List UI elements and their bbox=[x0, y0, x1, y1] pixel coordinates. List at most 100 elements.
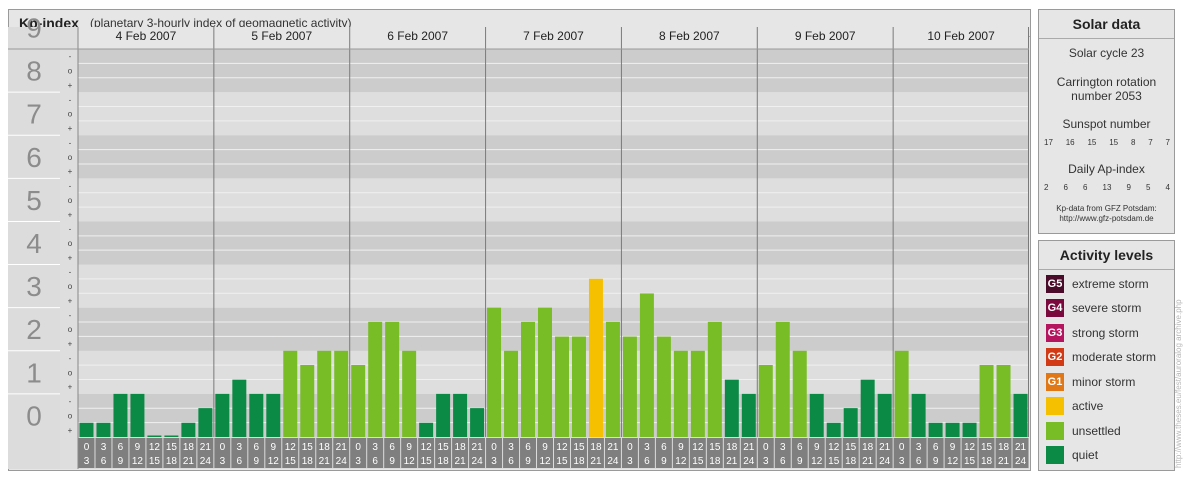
kp-bar bbox=[724, 379, 739, 437]
hour-end-label: 6 bbox=[644, 456, 650, 467]
kp-bar bbox=[826, 422, 841, 437]
hour-end-label: 9 bbox=[254, 456, 260, 467]
hour-end-label: 12 bbox=[404, 456, 416, 467]
y-tick-label: 2 bbox=[26, 314, 42, 345]
hour-end-label: 3 bbox=[355, 456, 361, 467]
sub-tick-label: + bbox=[68, 81, 73, 90]
ap-value: 5 bbox=[1146, 183, 1151, 192]
hour-end-label: 3 bbox=[627, 456, 633, 467]
hour-start-label: 3 bbox=[237, 442, 243, 453]
hour-end-label: 24 bbox=[743, 456, 755, 467]
hour-start-label: 3 bbox=[101, 442, 107, 453]
hour-start-label: 15 bbox=[981, 442, 993, 453]
hour-start-label: 6 bbox=[118, 442, 124, 453]
solar-cycle: Solar cycle 23 bbox=[1068, 46, 1145, 60]
sunspot-value: 7 bbox=[1148, 138, 1153, 147]
hour-start-label: 21 bbox=[472, 442, 484, 453]
y-tick-label: 8 bbox=[26, 56, 42, 87]
watermark-url: http://www.theses.eu/fest/auroralog arch… bbox=[1174, 299, 1183, 468]
hour-start-label: 6 bbox=[933, 442, 939, 453]
source-credit: Kp-data from GFZ Potsdam: bbox=[1056, 204, 1157, 213]
level-band bbox=[78, 135, 1029, 179]
hour-start-label: 18 bbox=[319, 442, 331, 453]
legend-swatch: G1 bbox=[1046, 373, 1064, 391]
hour-start-label: 3 bbox=[916, 442, 922, 453]
legend-item-moderate-storm: G2 moderate storm bbox=[1046, 347, 1156, 367]
hour-end-label: 24 bbox=[200, 456, 212, 467]
hour-start-label: 12 bbox=[556, 442, 568, 453]
kp-bar bbox=[928, 422, 943, 437]
sub-tick-label: o bbox=[68, 282, 73, 291]
kp-bar bbox=[741, 393, 756, 437]
day-label: 7 Feb 2007 bbox=[523, 29, 584, 43]
hour-start-label: 9 bbox=[814, 442, 820, 453]
hour-end-label: 6 bbox=[916, 456, 922, 467]
kp-bar bbox=[402, 350, 417, 437]
sunspot-value: 7 bbox=[1165, 138, 1170, 147]
hour-end-label: 15 bbox=[421, 456, 433, 467]
hour-start-label: 0 bbox=[220, 442, 226, 453]
kp-bar bbox=[232, 379, 247, 437]
sub-tick-label: o bbox=[68, 67, 73, 76]
ap-value: 2 bbox=[1044, 183, 1049, 192]
hour-end-label: 24 bbox=[879, 456, 891, 467]
carrington-line-2: number 2053 bbox=[1071, 89, 1142, 103]
hour-end-label: 18 bbox=[302, 456, 314, 467]
y-tick-label: 6 bbox=[26, 142, 42, 173]
hour-end-label: 12 bbox=[132, 456, 144, 467]
hour-end-label: 12 bbox=[947, 456, 959, 467]
kp-bar bbox=[605, 321, 620, 437]
kp-bar bbox=[707, 321, 722, 437]
hour-start-label: 0 bbox=[763, 442, 769, 453]
sub-tick-label: - bbox=[69, 138, 72, 147]
hour-end-label: 18 bbox=[981, 456, 993, 467]
hour-end-label: 18 bbox=[709, 456, 721, 467]
level-band bbox=[78, 221, 1029, 265]
ap-value: 13 bbox=[1102, 183, 1112, 192]
kp-bar bbox=[351, 365, 366, 437]
sub-tick-label: o bbox=[68, 110, 73, 119]
kp-bar bbox=[317, 350, 332, 437]
hour-end-label: 6 bbox=[101, 456, 107, 467]
hour-end-label: 24 bbox=[1015, 456, 1027, 467]
hour-end-label: 9 bbox=[525, 456, 531, 467]
sub-tick-label: + bbox=[68, 340, 73, 349]
hour-start-label: 21 bbox=[879, 442, 891, 453]
legend-swatch bbox=[1046, 446, 1064, 464]
hour-end-label: 3 bbox=[84, 456, 90, 467]
solar-data-panel: Solar data Solar cycle 23 Carrington rot… bbox=[1038, 9, 1175, 234]
hour-start-label: 18 bbox=[862, 442, 874, 453]
day-label: 5 Feb 2007 bbox=[251, 29, 312, 43]
sunspot-numbers: 17 16 15 15 8 7 7 bbox=[1044, 138, 1170, 147]
hour-end-label: 21 bbox=[726, 456, 738, 467]
hour-start-label: 18 bbox=[455, 442, 467, 453]
kp-bar bbox=[368, 321, 383, 437]
sub-tick-label: - bbox=[69, 225, 72, 234]
hour-end-label: 6 bbox=[237, 456, 243, 467]
sunspot-value: 15 bbox=[1109, 138, 1119, 147]
hour-start-label: 15 bbox=[166, 442, 178, 453]
hour-start-label: 21 bbox=[336, 442, 348, 453]
hour-end-label: 21 bbox=[590, 456, 602, 467]
hour-start-label: 12 bbox=[421, 442, 433, 453]
hour-end-label: 9 bbox=[661, 456, 667, 467]
legend-item-unsettled: unsettled bbox=[1046, 421, 1121, 441]
legend-item-severe-storm: G4 severe storm bbox=[1046, 298, 1141, 318]
hour-start-label: 6 bbox=[254, 442, 260, 453]
legend-label: moderate storm bbox=[1072, 350, 1157, 364]
hour-start-label: 21 bbox=[200, 442, 212, 453]
level-band bbox=[78, 307, 1029, 351]
hour-end-label: 21 bbox=[862, 456, 874, 467]
kp-bar bbox=[487, 307, 502, 437]
hour-start-label: 0 bbox=[84, 442, 90, 453]
kp-bar bbox=[436, 393, 451, 437]
hour-end-label: 12 bbox=[811, 456, 823, 467]
legend-item-minor-storm: G1 minor storm bbox=[1046, 372, 1135, 392]
hour-start-label: 9 bbox=[950, 442, 956, 453]
sunspot-value: 17 bbox=[1044, 138, 1053, 147]
sub-tick-label: o bbox=[68, 411, 73, 420]
kp-bar bbox=[690, 350, 705, 437]
hour-start-label: 9 bbox=[542, 442, 548, 453]
hour-start-label: 0 bbox=[355, 442, 361, 453]
ap-value: 6 bbox=[1083, 183, 1088, 192]
